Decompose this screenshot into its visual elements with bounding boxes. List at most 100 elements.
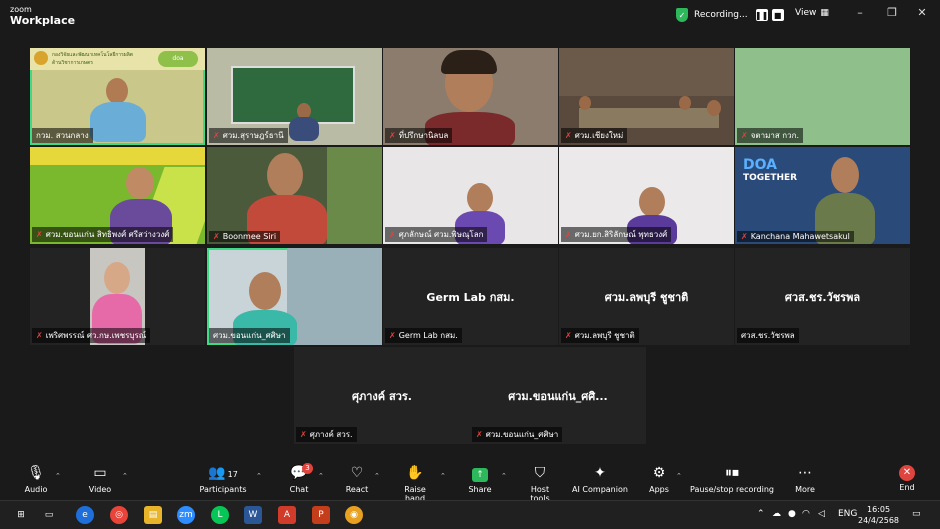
participant-name: ✗ ศวม.เชียงใหม่ <box>561 128 628 143</box>
participant-tile[interactable]: ศวม.ขอนแก่น_ศศิ... ✗ ศวม.ขอนแก่น_ศศิษา <box>470 347 646 444</box>
participant-name: ✗ ศวม.ขอนแก่น_ศศิษา <box>472 427 563 442</box>
doa-brand-text: DOA <box>743 157 777 173</box>
participant-tile[interactable]: ศวส.ชร.วัชรพล ศวส.ชร.วัชรพล <box>735 248 910 345</box>
notification-icon[interactable]: ▭ <box>912 509 921 519</box>
pause-recording-button[interactable]: ❚❚ <box>755 9 768 21</box>
participants-label: Participants <box>199 485 247 494</box>
windows-start-icon[interactable]: ⊞ <box>12 506 30 524</box>
background-poster <box>231 66 355 124</box>
word-icon[interactable]: W <box>244 506 262 524</box>
participant-tile[interactable]: ✗ ศวม.สุราษฎร์ธานี <box>207 48 382 145</box>
sparkle-icon: ✦ <box>594 465 606 481</box>
participant-name: ✗ Kanchana Mahawetsakul <box>737 231 854 242</box>
language-indicator[interactable]: ENG <box>838 509 857 519</box>
chevron-up-icon[interactable]: ⌃ <box>374 472 380 480</box>
chevron-up-icon[interactable]: ⌃ <box>676 472 682 480</box>
plants-background <box>327 147 382 244</box>
chrome-icon[interactable]: ◎ <box>110 506 128 524</box>
wifi-icon[interactable]: ◠ <box>802 509 810 519</box>
person-head <box>831 157 859 193</box>
participant-tile[interactable]: ✗ ที่ปรึกษานิลบล <box>383 48 558 145</box>
chat-label: Chat <box>289 485 309 494</box>
line-icon[interactable]: L <box>211 506 229 524</box>
participants-count: 17 <box>227 470 238 479</box>
share-button[interactable]: ↑ Share <box>466 463 494 494</box>
clock[interactable]: 16:05 24/4/2568 <box>858 504 899 526</box>
participant-name: ✗ ศวม.สุราษฎร์ธานี <box>209 128 288 143</box>
participant-name: ✗ Boonmee Siri <box>209 231 281 242</box>
share-icon: ↑ <box>466 463 494 483</box>
participant-tile[interactable]: กองวิจัยและพัฒนาเทคโนโลยีการผลิต ด้านวิช… <box>30 48 205 145</box>
hand-icon: ✋ <box>406 465 424 481</box>
speaker-icon[interactable]: ◁ <box>818 509 825 519</box>
participant-tile[interactable]: ศุภางค์ สวร. ✗ ศุภางค์ สวร. <box>294 347 470 444</box>
windows-taskbar: ⊞ ▭ e ◎ ▤ zm L W A P ◉ ⌃ ☁ ● ◠ ◁ ENG 16:… <box>0 500 940 529</box>
cloud-icon[interactable]: ☁ <box>772 509 781 519</box>
more-button[interactable]: ⋯ More <box>792 463 818 494</box>
room-wall <box>559 48 734 96</box>
participant-name: ✗ เพริศพรรณ์ ศว.กษ.เพชรบุรณ์ <box>32 328 151 343</box>
chevron-up-icon[interactable]: ⌃ <box>55 472 61 480</box>
mic-muted-icon: ✗ <box>389 131 396 140</box>
person-head <box>639 187 665 217</box>
participant-tile[interactable]: ✗ ศวม.ยก.สิริลักษณ์ พุทธวงศ์ <box>559 147 734 244</box>
task-view-icon[interactable]: ▭ <box>40 506 58 524</box>
stop-recording-button[interactable]: ■ <box>771 9 784 21</box>
participant-tile[interactable]: ✗ ศุภลักษณ์ ศวม.พิษณุโลก <box>383 147 558 244</box>
host-tools-button[interactable]: ⛉ Host tools <box>520 463 560 503</box>
participant-tile[interactable]: ✗ จตามาส กวก. <box>735 48 910 145</box>
more-icon: ⋯ <box>798 465 812 481</box>
clock-time: 16:05 <box>866 505 891 514</box>
participant-tile[interactable]: ✗ ศวม.เชียงใหม่ <box>559 48 734 145</box>
pause-stop-recording-button[interactable]: ⏸⏹ Pause/stop recording <box>690 463 774 494</box>
video-camera-icon: ▭ <box>93 465 107 481</box>
powerpoint-icon[interactable]: P <box>312 506 330 524</box>
chevron-up-icon[interactable]: ⌃ <box>256 472 262 480</box>
participant-name: ✗ ที่ปรึกษานิลบล <box>385 128 453 143</box>
participant-tile[interactable]: ✗ Boonmee Siri <box>207 147 382 244</box>
participants-button[interactable]: 👥 17 Participants <box>198 463 248 494</box>
participant-tile[interactable]: ศวม.ลพบุรี ชูชาติ ✗ ศวม.ลพบุรี ชูชาติ <box>559 248 734 345</box>
participant-tile[interactable]: DOA TOGETHER ✗ Kanchana Mahawetsakul <box>735 147 910 244</box>
file-explorer-icon[interactable]: ▤ <box>144 506 162 524</box>
meeting-table <box>579 108 719 128</box>
participant-tile[interactable]: ศวม.ขอนแก่น_ศศิษา <box>207 248 382 345</box>
chevron-up-icon[interactable]: ⌃ <box>440 472 446 480</box>
zoom-icon[interactable]: zm <box>177 506 195 524</box>
participant-name: กวม. สวนกลาง <box>32 128 93 143</box>
microphone-icon[interactable]: ● <box>788 509 796 519</box>
recording-indicator: ✓ Recording... ❚❚ ■ <box>676 7 784 23</box>
app-icon[interactable]: ◉ <box>345 506 363 524</box>
minimize-icon[interactable]: – <box>853 6 867 19</box>
doa-together-text: TOGETHER <box>743 173 798 183</box>
view-button[interactable]: View ▦ <box>795 8 829 18</box>
end-button[interactable]: ✕ End <box>893 463 921 492</box>
edge-icon[interactable]: e <box>76 506 94 524</box>
audio-button[interactable]: 🎙 Audio <box>20 463 52 494</box>
chevron-up-icon[interactable]: ⌃ <box>122 472 128 480</box>
heart-icon: ♡ <box>350 465 364 481</box>
grid-icon: ▦ <box>820 8 829 18</box>
participant-tile[interactable]: Germ Lab กสม. ✗ Germ Lab กสม. <box>383 248 558 345</box>
raise-hand-button[interactable]: ✋ Raise hand <box>394 463 436 503</box>
apps-button[interactable]: ⚙ Apps <box>646 463 672 494</box>
chevron-up-icon[interactable]: ⌃ <box>501 472 507 480</box>
slide-banner <box>30 147 205 165</box>
participant-tile[interactable]: ✗ ศวม.ขอนแก่น สิทธิพงศ์ ศรีสว่างวงศ์ <box>30 147 205 244</box>
participant-display-name: ศวม.ขอนแก่น_ศศิ... <box>508 390 608 403</box>
video-button[interactable]: ▭ Video <box>84 463 116 494</box>
chevron-up-icon[interactable]: ⌃ <box>318 472 324 480</box>
restore-icon[interactable]: ❐ <box>885 6 899 19</box>
shield-icon[interactable]: ✓ <box>676 8 688 22</box>
person-head <box>106 78 128 104</box>
zoom-window: { "app": { "brand_small": "zoom", "brand… <box>0 0 940 529</box>
acrobat-icon[interactable]: A <box>278 506 296 524</box>
close-icon[interactable]: ✕ <box>915 6 929 19</box>
chevron-up-icon[interactable]: ⌃ <box>757 509 765 519</box>
react-button[interactable]: ♡ React <box>342 463 372 494</box>
shield-icon: ⛉ <box>534 465 546 481</box>
apps-label: Apps <box>649 485 669 494</box>
person-head <box>679 96 691 110</box>
ai-companion-button[interactable]: ✦ AI Companion <box>572 463 628 494</box>
participant-tile[interactable]: ✗ เพริศพรรณ์ ศว.กษ.เพชรบุรณ์ <box>30 248 205 345</box>
